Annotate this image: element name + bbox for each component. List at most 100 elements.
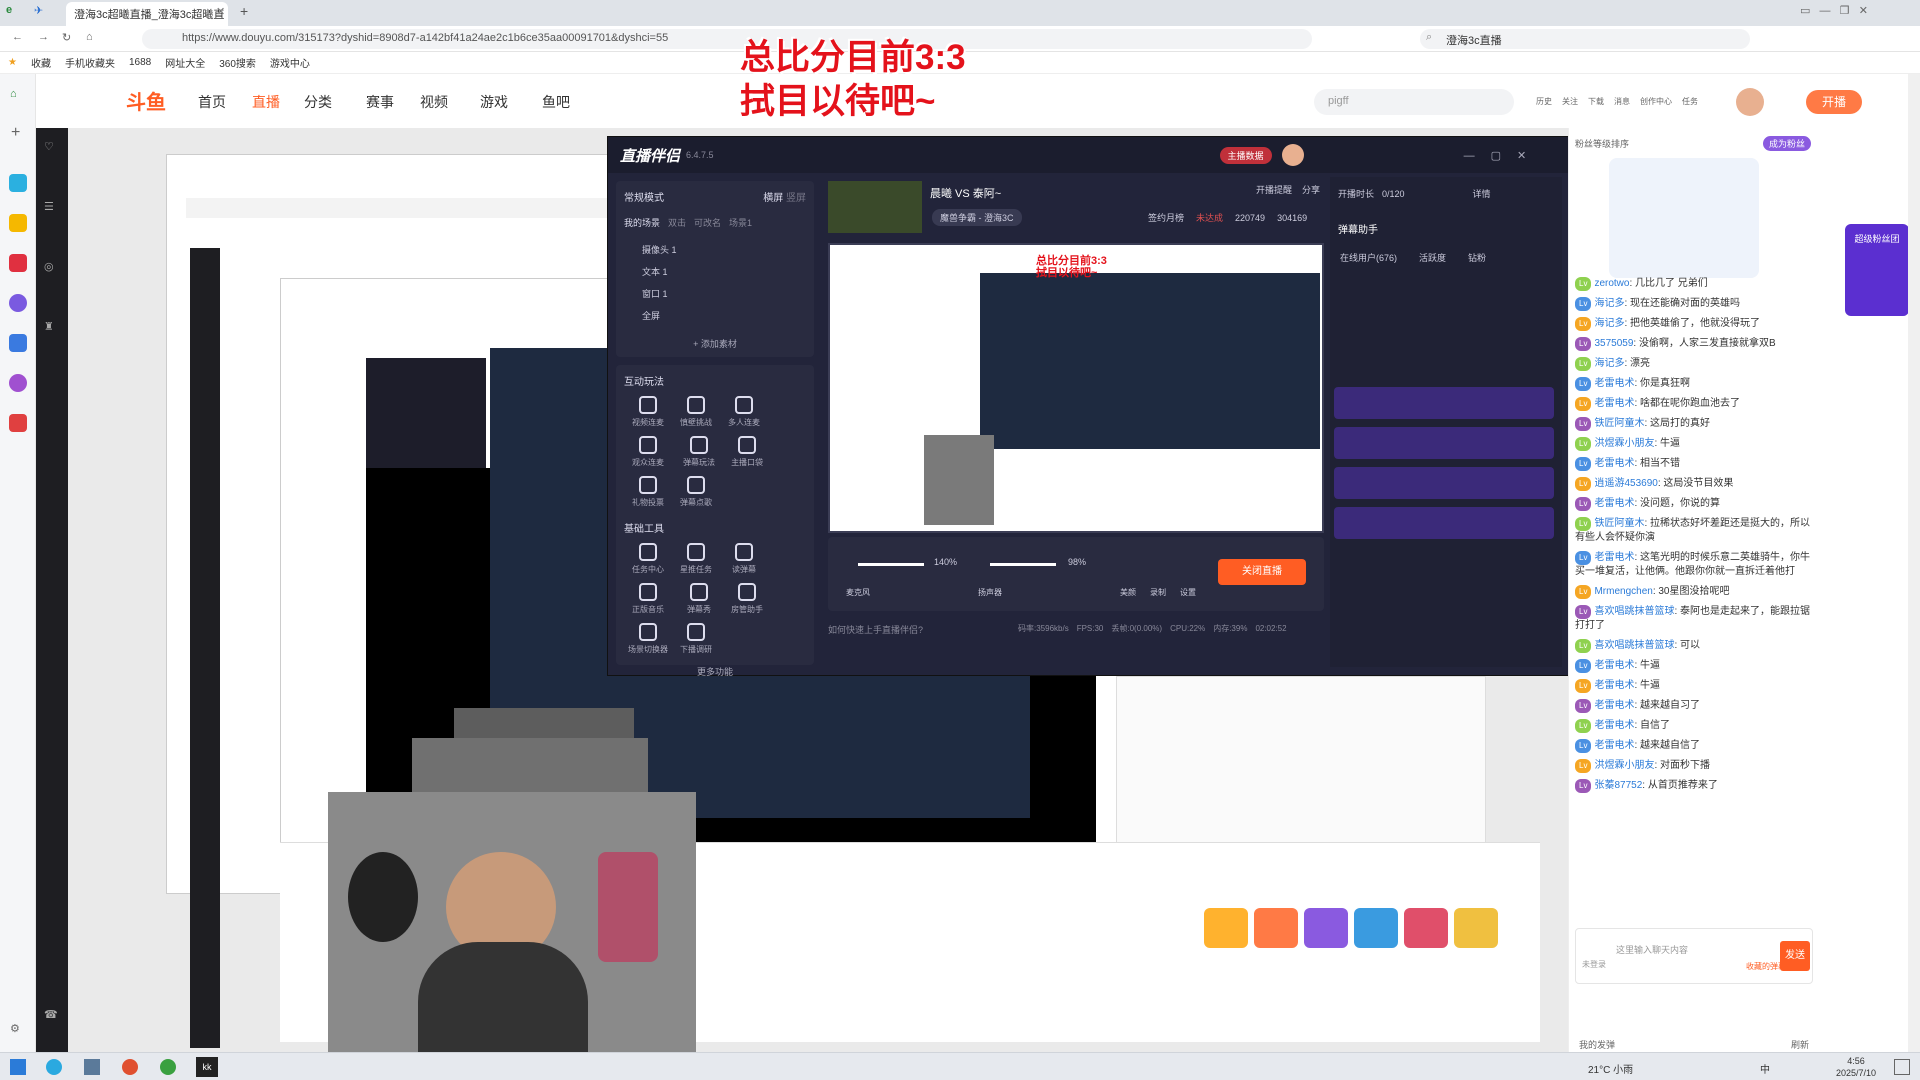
settings-button[interactable]: 设置 [1180,587,1196,598]
chat-username[interactable]: 老雷电术 [1594,680,1634,691]
chat-username[interactable]: 老雷电术 [1594,378,1634,389]
tool-scene-switch[interactable]: 场景切换器 [626,623,670,655]
gift-icon[interactable] [1204,908,1248,948]
gift-icon[interactable] [1404,908,1448,948]
tool-music[interactable]: 正版音乐 [626,583,670,615]
stream-category[interactable]: 魔兽争霸 - 澄海3C [932,209,1022,226]
nav-live[interactable]: 直播 [252,92,280,112]
nav-game[interactable]: 游戏 [480,92,508,112]
download-link[interactable]: 下载 [1588,96,1604,107]
tool-audience-connect[interactable]: 观众连麦 [626,436,670,468]
tool-barrage-game[interactable]: 弹幕玩法 [677,436,721,468]
tool-task-center[interactable]: 任务中心 [626,543,670,575]
tool-barrage-show[interactable]: 弹幕秀 [677,583,721,615]
tool-video-connect[interactable]: 视频连麦 [626,396,670,428]
chat-username[interactable]: 铁匠阿童木 [1594,518,1644,529]
taskbar-app-icon[interactable] [160,1059,176,1075]
bookmark-item[interactable]: 手机收藏夹 [65,55,115,70]
share-button[interactable]: 分享 [1302,183,1320,196]
close-tab-icon[interactable]: ✕ [216,5,225,18]
chat-username[interactable]: 海记多 [1594,358,1624,369]
my-barrage-link[interactable]: 我的发弹 [1579,1038,1615,1051]
ai-rail-icon[interactable] [9,334,27,352]
tasks-link[interactable]: 任务 [1682,96,1698,107]
home-rail-icon[interactable]: ⌂ [10,88,17,100]
event-icon[interactable]: ♜ [44,320,54,333]
app-rail-icon[interactable] [9,294,27,312]
details-link[interactable]: 详情 [1473,187,1491,200]
new-tab-icon[interactable]: + [240,3,248,19]
app-rail-icon[interactable] [9,254,27,272]
notification-icon[interactable] [1894,1059,1910,1075]
nav-events[interactable]: 赛事 [366,92,394,112]
gift-icon[interactable] [1304,908,1348,948]
app-rail-icon[interactable] [9,174,27,192]
tool-song-request[interactable]: 弹幕点歌 [674,476,718,508]
app-rail-icon[interactable] [9,374,27,392]
input-language[interactable]: 中 [1760,1061,1770,1076]
chat-username[interactable]: 老雷电术 [1594,552,1634,563]
scene-tab[interactable]: 可改名 [694,216,721,229]
tool-room-manager[interactable]: 房管助手 [725,583,769,615]
refresh-icon[interactable]: ↻ [62,31,71,44]
host-data-button[interactable]: 主播数据 [1219,146,1272,164]
nav-video[interactable]: 视频 [420,92,448,112]
chat-username[interactable]: 洪煜霖小朋友 [1594,438,1654,449]
creator-link[interactable]: 创作中心 [1640,96,1672,107]
game-rail-icon[interactable] [9,414,27,432]
chat-username[interactable]: 逍遥游453690 [1594,478,1657,489]
messages-link[interactable]: 消息 [1614,96,1630,107]
taskbar-app-icon[interactable] [46,1059,62,1075]
source-fullscreen[interactable]: 全屏 [642,305,806,327]
service-icon[interactable]: ☎ [44,1008,58,1021]
gift-icon[interactable] [1354,908,1398,948]
diamond-tab[interactable]: 钻粉 [1468,251,1486,264]
stream-title[interactable]: 晨曦 VS 泰阿~ [930,185,1001,201]
refresh-link[interactable]: 刷新 [1791,1038,1809,1051]
chat-username[interactable]: 洪煜霖小朋友 [1594,760,1654,771]
add-rail-icon[interactable]: + [11,124,20,142]
douyu-logo[interactable]: 斗鱼 [126,86,166,115]
follow-icon[interactable]: ♡ [44,140,54,153]
source-camera[interactable]: 摄像头 1 [642,239,806,261]
browser-tab[interactable]: 澄海3c超曦直播_澄海3c超曦直 [66,2,228,26]
history-link[interactable]: 历史 [1536,96,1552,107]
chat-username[interactable]: zerotwo [1594,278,1629,289]
bookmark-item[interactable]: 游戏中心 [270,55,310,70]
chat-username[interactable]: 铁匠阿童木 [1594,418,1644,429]
tool-gift-vote[interactable]: 礼物投票 [626,476,670,508]
clock[interactable]: 4:56 2025/7/10 [1836,1055,1876,1079]
url-field[interactable]: https://www.douyu.com/315173?dyshid=8908… [142,29,1312,49]
tool-star-task[interactable]: 星推任务 [674,543,718,575]
chat-username[interactable]: 老雷电术 [1594,740,1634,751]
fan-club-button[interactable]: 成为粉丝 [1762,136,1811,151]
telegram-icon[interactable]: ✈ [34,4,43,17]
tool-read-barrage[interactable]: 读弹幕 [722,543,766,575]
game-icon[interactable]: ◎ [44,260,54,273]
go-live-button[interactable]: 开播 [1806,90,1862,114]
portrait-tab[interactable]: 竖屏 [786,193,806,204]
chat-username[interactable]: 喜欢唱跳抹普篮球 [1594,606,1674,617]
avatar[interactable] [1736,88,1764,116]
source-window[interactable]: 窗口 1 [642,283,806,305]
speaker-slider[interactable] [990,563,1056,566]
nav-home[interactable]: 首页 [198,92,226,112]
browser-search-input[interactable]: 澄海3c直播 [1420,29,1750,49]
help-link[interactable]: 如何快速上手直播伴侣? [828,623,923,636]
source-text[interactable]: 文本 1 [642,261,806,283]
window-controls[interactable]: ▭ — ❐ ✕ [1800,4,1868,17]
settings-icon[interactable]: ⚙ [10,1022,20,1035]
chat-username[interactable]: 老雷电术 [1594,458,1634,469]
chat-username[interactable]: 海记多 [1594,298,1624,309]
chat-username[interactable]: 海记多 [1594,318,1624,329]
site-search-input[interactable]: pigff [1314,89,1514,115]
taskbar-app-icon[interactable] [84,1059,100,1075]
send-button[interactable]: 发送 [1780,941,1810,971]
bookmark-item[interactable]: 1688 [129,57,151,68]
app-rail-icon[interactable] [9,214,27,232]
taskbar-app-icon[interactable] [122,1059,138,1075]
activity-tab[interactable]: 活跃度 [1419,251,1446,264]
chat-input[interactable]: 这里输入聊天内容 [1616,943,1688,956]
live-reminder[interactable]: 开播提醒 [1256,183,1292,196]
chat-username[interactable]: 老雷电术 [1594,660,1634,671]
